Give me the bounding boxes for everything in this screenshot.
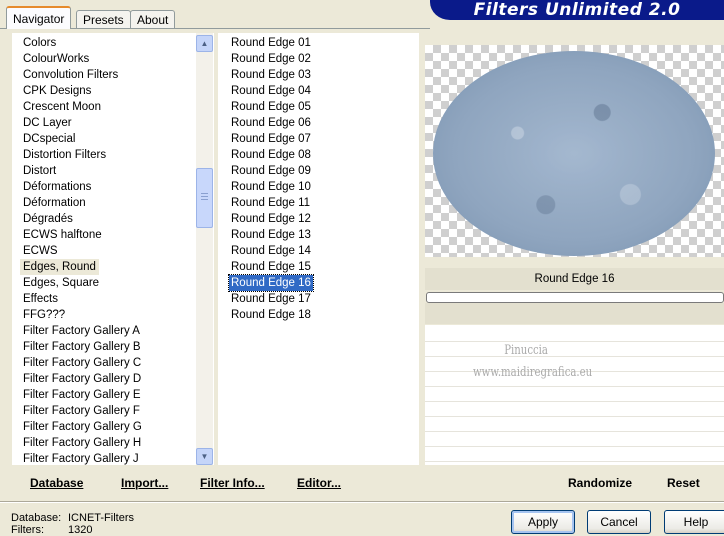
parameter-row-line [425,431,724,432]
status-database-label: Database: [11,512,62,524]
category-item[interactable]: DCspecial [20,131,78,147]
scroll-up-arrow-icon[interactable]: ▲ [196,35,213,52]
import-button[interactable]: Import... [121,476,168,490]
category-item[interactable]: Convolution Filters [20,67,121,83]
effect-item[interactable]: Round Edge 01 [229,35,313,51]
category-item[interactable]: ColourWorks [20,51,92,67]
watermark-line2: www.maidiregrafica.eu [473,365,593,380]
apply-button[interactable]: Apply [511,510,575,534]
parameter-row-line [425,446,724,447]
category-item[interactable]: Déformations [20,179,94,195]
effect-item[interactable]: Round Edge 03 [229,67,313,83]
effect-item[interactable]: Round Edge 10 [229,179,313,195]
effect-item[interactable]: Round Edge 11 [229,195,312,211]
category-item[interactable]: Distortion Filters [20,147,109,163]
effect-item[interactable]: Round Edge 04 [229,83,313,99]
effect-list[interactable]: Round Edge 01 Round Edge 02 Round Edge 03 R… [218,33,419,465]
category-item[interactable]: Colors [20,35,59,51]
status-filters: Filters: 1320 [11,524,92,536]
effect-item[interactable]: Round Edge 16 [228,274,314,292]
tab-about[interactable]: About [130,10,176,28]
parameter-row-line [425,386,724,387]
preview-blob-image [433,51,715,256]
category-item[interactable]: Filter Factory Gallery A [20,323,143,339]
reset-button[interactable]: Reset [667,476,700,490]
parameter-row-line [425,416,724,417]
category-item[interactable]: Crescent Moon [20,99,104,115]
blank-panel [425,303,724,324]
randomize-button[interactable]: Randomize [568,476,632,490]
editor-button[interactable]: Editor... [297,476,341,490]
app-title-banner: Filters Unlimited 2.0 [430,0,724,20]
effect-item[interactable]: Round Edge 07 [229,131,313,147]
category-item[interactable]: Filter Factory Gallery C [20,355,144,371]
category-item[interactable]: Filter Factory Gallery D [20,371,144,387]
category-item[interactable]: Edges, Square [20,275,102,291]
status-database-value: ICNET-Filters [68,512,134,524]
watermark: Pinuccia www.maidiregrafica.eu [473,340,592,384]
category-item[interactable]: FFG??? [20,307,68,323]
effect-item[interactable]: Round Edge 05 [229,99,313,115]
tab-presets[interactable]: Presets [76,10,131,28]
category-item[interactable]: ECWS [20,243,61,259]
database-button[interactable]: Database [30,476,83,490]
category-item[interactable]: Filter Factory Gallery B [20,339,144,355]
category-list[interactable]: Colors ColourWorks Convolution Filters CPK … [12,33,214,465]
help-button[interactable]: Help [664,510,724,534]
scrollbar-thumb[interactable] [196,168,213,228]
watermark-line1: Pinuccia [504,343,548,358]
preview-image [425,45,724,257]
category-item[interactable]: Déformation [20,195,89,211]
tab-navigator[interactable]: Navigator [6,6,72,29]
category-item[interactable]: Filter Factory Gallery H [20,435,144,451]
category-item[interactable]: CPK Designs [20,83,94,99]
effect-item[interactable]: Round Edge 09 [229,163,313,179]
status-filters-value: 1320 [68,524,93,536]
preview-effect-name: Round Edge 16 [425,268,724,290]
effect-item[interactable]: Round Edge 17 [229,291,313,307]
category-item[interactable]: Filter Factory Gallery J [20,451,142,465]
category-scrollbar[interactable]: ▲ ▼ [196,33,213,465]
effect-item[interactable]: Round Edge 02 [229,51,313,67]
filter-info-button[interactable]: Filter Info... [200,476,265,490]
progress-bar [426,292,724,303]
scroll-down-arrow-icon[interactable]: ▼ [196,448,213,465]
category-item[interactable]: ECWS halftone [20,227,105,243]
category-item[interactable]: Distort [20,163,59,179]
separator-highlight [0,502,724,503]
effect-item[interactable]: Round Edge 14 [229,243,313,259]
effect-item[interactable]: Round Edge 18 [229,307,313,323]
category-item[interactable]: DC Layer [20,115,75,131]
effect-item[interactable]: Round Edge 06 [229,115,313,131]
category-item[interactable]: Edges, Round [20,259,99,275]
effect-item[interactable]: Round Edge 15 [229,259,313,275]
status-database: Database: ICNET-Filters [11,512,134,524]
effect-item[interactable]: Round Edge 13 [229,227,313,243]
effect-item[interactable]: Round Edge 12 [229,211,313,227]
parameter-row-line [425,461,724,462]
category-item[interactable]: Dégradés [20,211,76,227]
status-filters-label: Filters: [11,524,44,536]
category-item[interactable]: Filter Factory Gallery E [20,387,144,403]
parameter-row-line [425,401,724,402]
effect-item[interactable]: Round Edge 08 [229,147,313,163]
category-item[interactable]: Filter Factory Gallery G [20,419,145,435]
category-item[interactable]: Filter Factory Gallery F [20,403,143,419]
category-item[interactable]: Effects [20,291,61,307]
cancel-button[interactable]: Cancel [587,510,651,534]
